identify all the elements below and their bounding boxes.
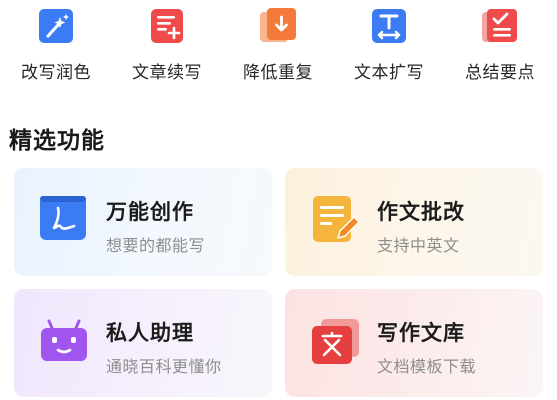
section-title: 精选功能 (9, 128, 105, 154)
tool-label: 改写润色 (21, 63, 91, 83)
tool-summarize-points[interactable]: 总结要点 (445, 0, 555, 100)
library-icon (309, 315, 361, 367)
document-add-icon (147, 6, 187, 46)
checklist-icon (480, 6, 520, 46)
card-writing-library[interactable]: 写作文库 文档模板下载 (285, 289, 543, 397)
card-title: 万能创作 (106, 200, 194, 224)
tool-row: 改写润色 文章续写 降低重复 文本扩写 总结要点 (0, 0, 557, 100)
tool-article-continue[interactable]: 文章续写 (112, 0, 222, 100)
card-subtitle: 支持中英文 (377, 236, 460, 255)
tool-label: 文本扩写 (354, 63, 424, 83)
card-title: 私人助理 (106, 321, 194, 345)
app-page: 改写润色 文章续写 降低重复 文本扩写 总结要点 精选功能 万能创作 想要的都能… (0, 0, 557, 400)
text-expand-icon (369, 6, 409, 46)
tool-label: 文章续写 (132, 63, 202, 83)
card-universal-creation[interactable]: 万能创作 想要的都能写 (14, 168, 272, 276)
card-subtitle: 想要的都能写 (106, 236, 206, 255)
card-subtitle: 文档模板下载 (377, 357, 477, 376)
card-subtitle: 通晓百科更懂你 (106, 357, 222, 376)
download-doc-icon (258, 6, 298, 46)
tool-text-expand[interactable]: 文本扩写 (334, 0, 444, 100)
card-personal-assistant[interactable]: 私人助理 通晓百科更懂你 (14, 289, 272, 397)
tool-label: 总结要点 (465, 63, 535, 83)
card-title: 作文批改 (377, 200, 465, 224)
tool-rewrite-polish[interactable]: 改写润色 (1, 0, 111, 100)
tool-reduce-duplicate[interactable]: 降低重复 (223, 0, 333, 100)
magic-wand-icon (36, 6, 76, 46)
robot-icon (38, 315, 90, 367)
card-essay-correction[interactable]: 作文批改 支持中英文 (285, 168, 543, 276)
essay-edit-icon (309, 194, 361, 246)
handwriting-doc-icon (38, 194, 90, 246)
card-title: 写作文库 (377, 321, 465, 345)
tool-label: 降低重复 (243, 63, 313, 83)
